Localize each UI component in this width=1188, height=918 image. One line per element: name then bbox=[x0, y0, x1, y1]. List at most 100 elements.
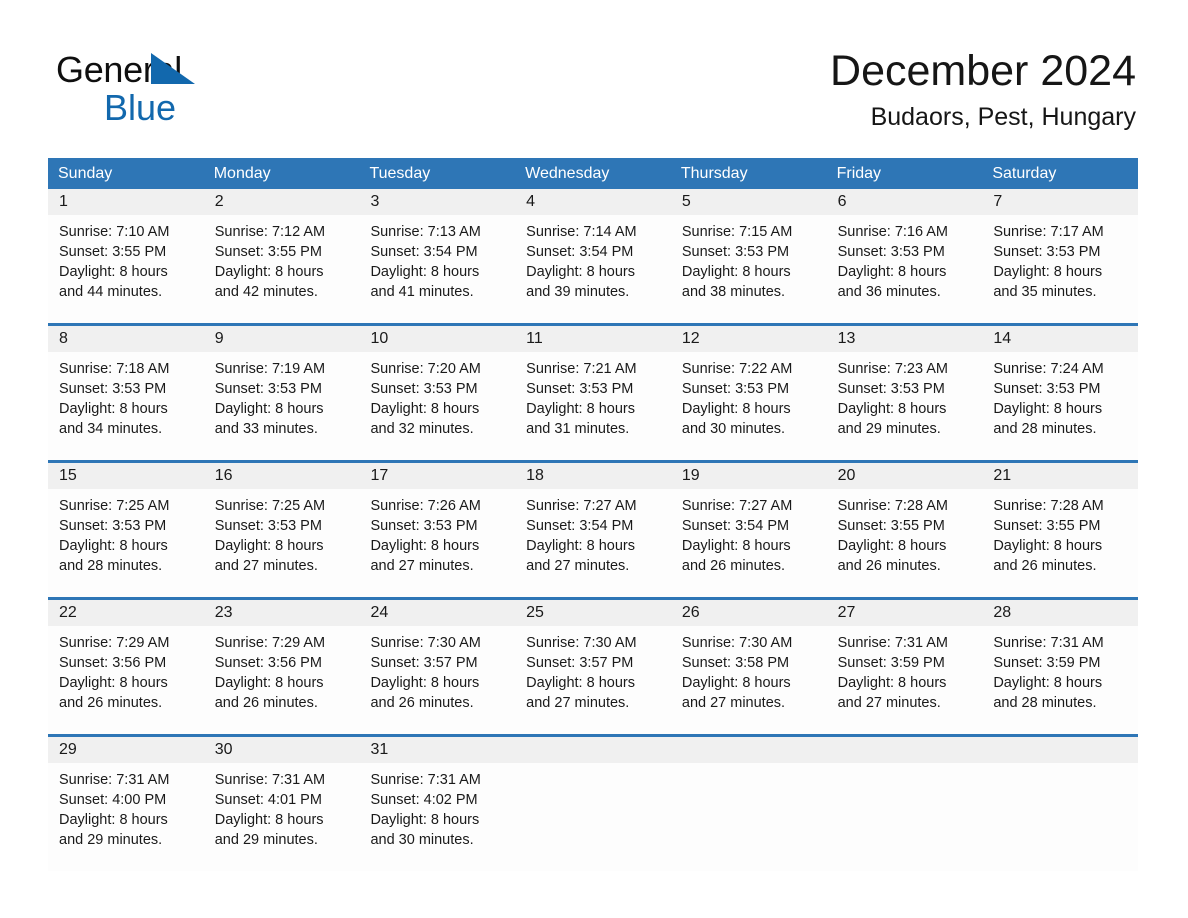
day-number[interactable]: 14 bbox=[982, 326, 1138, 352]
day-cell[interactable]: Sunrise: 7:30 AM Sunset: 3:57 PM Daylight:… bbox=[515, 626, 671, 734]
calendar-week-row: 8 9 10 11 12 13 14 Sunrise: 7:18 AM Sunset: 3:53… bbox=[48, 323, 1138, 460]
sunset-text: Sunset: 3:55 PM bbox=[59, 244, 167, 260]
day-cell[interactable]: Sunrise: 7:28 AM Sunset: 3:55 PM Daylight:… bbox=[982, 489, 1138, 597]
day-number[interactable]: 9 bbox=[204, 326, 360, 352]
sunset-text: Sunset: 4:00 PM bbox=[59, 792, 167, 808]
sunset-text: Sunset: 3:56 PM bbox=[59, 655, 167, 671]
day-number[interactable]: 23 bbox=[204, 600, 360, 626]
day-cell[interactable]: Sunrise: 7:13 AM Sunset: 3:54 PM Daylight:… bbox=[359, 215, 515, 323]
logo-word-blue: Blue bbox=[104, 87, 177, 128]
day-number[interactable]: 26 bbox=[671, 600, 827, 626]
day-number[interactable]: 3 bbox=[359, 189, 515, 215]
day-number[interactable]: 2 bbox=[204, 189, 360, 215]
week-detail-row: Sunrise: 7:25 AM Sunset: 3:53 PM Daylight:… bbox=[48, 489, 1138, 597]
day-number[interactable]: 18 bbox=[515, 463, 671, 489]
sunset-text: Sunset: 3:54 PM bbox=[526, 518, 634, 534]
day-cell[interactable]: Sunrise: 7:14 AM Sunset: 3:54 PM Daylight:… bbox=[515, 215, 671, 323]
calendar-page: General Blue December 2024 Budaors, Pest… bbox=[0, 0, 1188, 918]
day-number[interactable]: 22 bbox=[48, 600, 204, 626]
day-number[interactable]: 10 bbox=[359, 326, 515, 352]
day-cell[interactable]: Sunrise: 7:31 AM Sunset: 4:02 PM Daylight:… bbox=[359, 763, 515, 871]
day-cell[interactable]: Sunrise: 7:25 AM Sunset: 3:53 PM Daylight:… bbox=[204, 489, 360, 597]
day-number[interactable]: 28 bbox=[982, 600, 1138, 626]
day-cell[interactable]: Sunrise: 7:20 AM Sunset: 3:53 PM Daylight:… bbox=[359, 352, 515, 460]
day-cell[interactable]: Sunrise: 7:28 AM Sunset: 3:55 PM Daylight:… bbox=[827, 489, 983, 597]
day-cell[interactable]: Sunrise: 7:12 AM Sunset: 3:55 PM Daylight:… bbox=[204, 215, 360, 323]
day-cell[interactable]: Sunrise: 7:19 AM Sunset: 3:53 PM Daylight:… bbox=[204, 352, 360, 460]
daylight-text: Daylight: 8 hours bbox=[370, 264, 480, 280]
day-number[interactable]: 16 bbox=[204, 463, 360, 489]
sunrise-text: Sunrise: 7:18 AM bbox=[59, 361, 170, 377]
week-daynumber-band: 1234567 bbox=[48, 189, 1138, 215]
daylight-text-cont: and 26 minutes. bbox=[837, 558, 941, 574]
sunset-text: Sunset: 3:53 PM bbox=[837, 244, 945, 260]
day-number[interactable]: 5 bbox=[671, 189, 827, 215]
day-number[interactable]: 17 bbox=[359, 463, 515, 489]
sunrise-text: Sunrise: 7:25 AM bbox=[214, 498, 326, 514]
day-number[interactable]: 29 bbox=[48, 737, 204, 763]
logo-text-general: General bbox=[56, 52, 256, 88]
daylight-text: Daylight: 8 hours bbox=[370, 538, 480, 554]
calendar-week-row: 29 30 31 Sunrise: 7:31 AM Sunset: 4:00 PM Day… bbox=[48, 734, 1138, 871]
day-number[interactable]: 19 bbox=[671, 463, 827, 489]
day-cell[interactable]: Sunrise: 7:29 AM Sunset: 3:56 PM Daylight:… bbox=[48, 626, 204, 734]
sunset-text: Sunset: 3:53 PM bbox=[214, 518, 322, 534]
day-cell[interactable]: Sunrise: 7:17 AM Sunset: 3:53 PM Daylight:… bbox=[982, 215, 1138, 323]
day-number[interactable]: 20 bbox=[827, 463, 983, 489]
day-number[interactable]: 21 bbox=[982, 463, 1138, 489]
sunset-text: Sunset: 3:53 PM bbox=[370, 518, 478, 534]
sunset-text: Sunset: 3:54 PM bbox=[370, 244, 478, 260]
day-cell[interactable]: Sunrise: 7:24 AM Sunset: 3:53 PM Daylight:… bbox=[982, 352, 1138, 460]
daylight-text: Daylight: 8 hours bbox=[214, 812, 324, 828]
day-cell[interactable]: Sunrise: 7:10 AM Sunset: 3:55 PM Daylight:… bbox=[48, 215, 204, 323]
day-number[interactable]: 24 bbox=[359, 600, 515, 626]
day-number[interactable]: 13 bbox=[827, 326, 983, 352]
generalblue-logo[interactable]: General Blue bbox=[56, 52, 256, 128]
daylight-text: Daylight: 8 hours bbox=[214, 401, 324, 417]
day-cell[interactable]: Sunrise: 7:31 AM Sunset: 3:59 PM Daylight:… bbox=[827, 626, 983, 734]
day-cell[interactable]: Sunrise: 7:23 AM Sunset: 3:53 PM Daylight:… bbox=[827, 352, 983, 460]
daylight-text: Daylight: 8 hours bbox=[59, 812, 168, 828]
day-cell[interactable]: Sunrise: 7:27 AM Sunset: 3:54 PM Daylight:… bbox=[671, 489, 827, 597]
day-number[interactable]: 25 bbox=[515, 600, 671, 626]
sunset-text: Sunset: 3:57 PM bbox=[526, 655, 634, 671]
day-cell[interactable]: Sunrise: 7:26 AM Sunset: 3:53 PM Daylight:… bbox=[359, 489, 515, 597]
day-number[interactable]: 6 bbox=[827, 189, 983, 215]
sunset-text: Sunset: 3:59 PM bbox=[993, 655, 1101, 671]
day-number[interactable]: 27 bbox=[827, 600, 983, 626]
day-cell[interactable]: Sunrise: 7:31 AM Sunset: 4:01 PM Daylight:… bbox=[204, 763, 360, 871]
day-cell[interactable]: Sunrise: 7:29 AM Sunset: 3:56 PM Daylight:… bbox=[204, 626, 360, 734]
sunset-text: Sunset: 3:53 PM bbox=[59, 381, 167, 397]
day-cell[interactable]: Sunrise: 7:30 AM Sunset: 3:58 PM Daylight:… bbox=[671, 626, 827, 734]
day-cell[interactable]: Sunrise: 7:30 AM Sunset: 3:57 PM Daylight:… bbox=[359, 626, 515, 734]
day-cell[interactable]: Sunrise: 7:18 AM Sunset: 3:53 PM Daylight:… bbox=[48, 352, 204, 460]
daylight-text: Daylight: 8 hours bbox=[526, 401, 635, 417]
day-number[interactable]: 12 bbox=[671, 326, 827, 352]
day-cell[interactable]: Sunrise: 7:31 AM Sunset: 4:00 PM Daylight:… bbox=[48, 763, 204, 871]
daylight-text-cont: and 41 minutes. bbox=[370, 284, 474, 300]
calendar-grid: Sunday Monday Tuesday Wednesday Thursday… bbox=[48, 158, 1138, 871]
sunrise-text: Sunrise: 7:29 AM bbox=[59, 635, 170, 651]
day-cell[interactable]: Sunrise: 7:16 AM Sunset: 3:53 PM Daylight:… bbox=[827, 215, 983, 323]
sunset-text: Sunset: 3:59 PM bbox=[837, 655, 945, 671]
day-number[interactable]: 30 bbox=[204, 737, 360, 763]
day-cell[interactable]: Sunrise: 7:15 AM Sunset: 3:53 PM Daylight:… bbox=[671, 215, 827, 323]
day-number[interactable]: 4 bbox=[515, 189, 671, 215]
day-cell[interactable]: Sunrise: 7:22 AM Sunset: 3:53 PM Daylight:… bbox=[671, 352, 827, 460]
day-number bbox=[982, 737, 1138, 763]
day-cell[interactable]: Sunrise: 7:21 AM Sunset: 3:53 PM Daylight:… bbox=[515, 352, 671, 460]
week-detail-row: Sunrise: 7:31 AM Sunset: 4:00 PM Daylight:… bbox=[48, 763, 1138, 871]
day-number[interactable]: 1 bbox=[48, 189, 204, 215]
day-cell[interactable]: Sunrise: 7:27 AM Sunset: 3:54 PM Daylight:… bbox=[515, 489, 671, 597]
sunrise-text: Sunrise: 7:31 AM bbox=[837, 635, 949, 651]
day-number[interactable]: 7 bbox=[982, 189, 1138, 215]
sunset-text: Sunset: 3:53 PM bbox=[681, 244, 790, 260]
day-number[interactable]: 15 bbox=[48, 463, 204, 489]
day-number bbox=[671, 737, 827, 763]
day-number[interactable]: 11 bbox=[515, 326, 671, 352]
daylight-text-cont: and 27 minutes. bbox=[214, 558, 318, 574]
day-cell[interactable]: Sunrise: 7:25 AM Sunset: 3:53 PM Daylight:… bbox=[48, 489, 204, 597]
day-cell[interactable]: Sunrise: 7:31 AM Sunset: 3:59 PM Daylight:… bbox=[982, 626, 1138, 734]
day-number[interactable]: 8 bbox=[48, 326, 204, 352]
day-number[interactable]: 31 bbox=[359, 737, 515, 763]
